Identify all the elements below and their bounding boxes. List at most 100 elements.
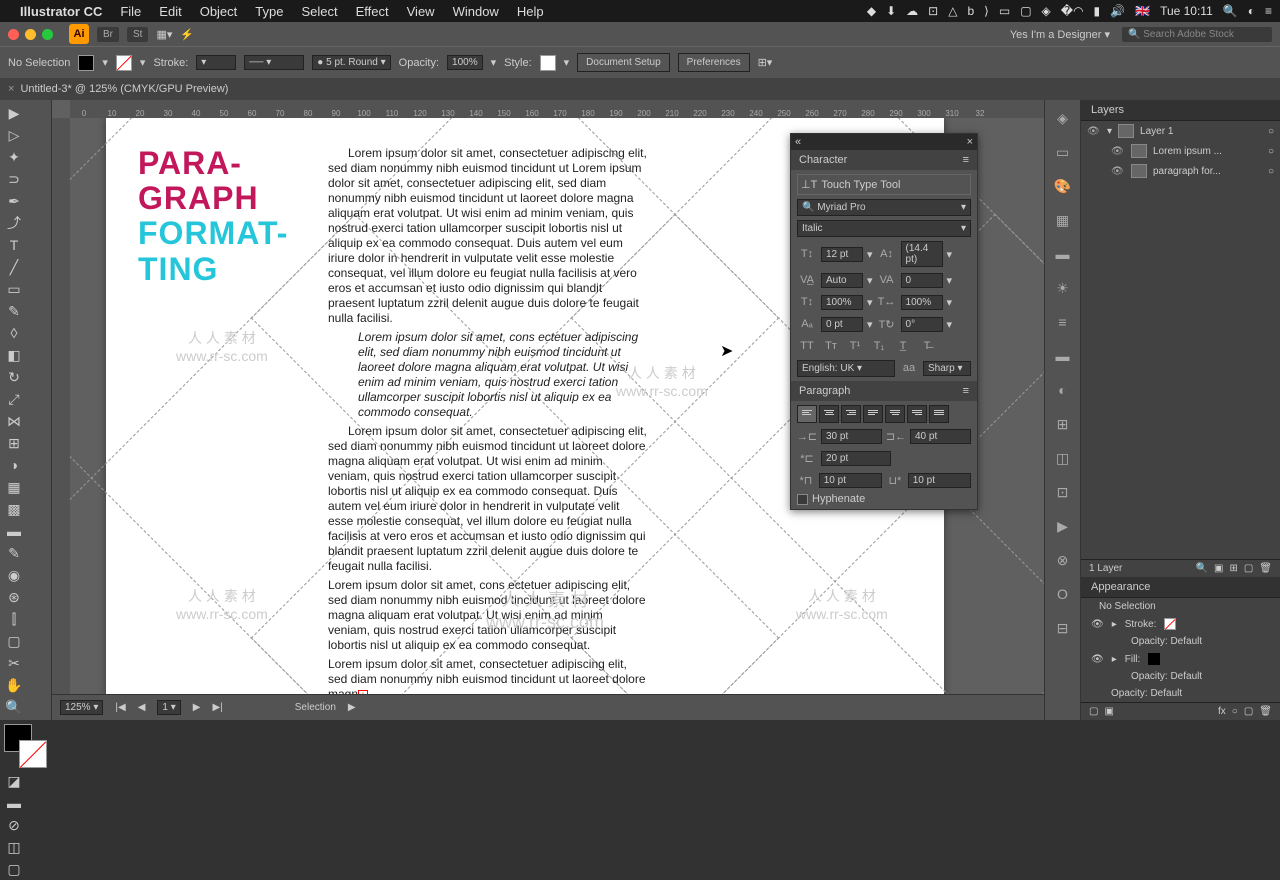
justify-all-button[interactable] — [929, 405, 949, 423]
kerning-input[interactable]: Auto — [821, 273, 863, 288]
search-stock-input[interactable]: 🔍 Search Adobe Stock — [1122, 27, 1272, 42]
expand-icon[interactable]: ▾ — [1107, 126, 1112, 137]
screen-mode[interactable]: ▢ — [2, 858, 26, 880]
width-tool[interactable]: ⋈ — [2, 410, 26, 432]
layer-item-name[interactable]: paragraph for... — [1153, 166, 1221, 177]
gradient-panel-icon[interactable]: ▬ — [1053, 346, 1073, 366]
delete-icon[interactable]: 🗑 — [1259, 706, 1272, 717]
fill-stroke-control[interactable] — [2, 722, 49, 770]
expand-icon[interactable]: ▸ — [1112, 654, 1117, 665]
menu-file[interactable]: File — [120, 4, 141, 19]
lang-icon[interactable]: 🇬🇧 — [1135, 4, 1150, 18]
script-icon[interactable]: ⟩ — [984, 4, 989, 18]
font-size-input[interactable]: 12 pt — [821, 247, 863, 262]
layers-tab[interactable]: Layers — [1081, 100, 1280, 121]
character-panel-title[interactable]: Character — [799, 154, 847, 166]
eraser-tool[interactable]: ◧ — [2, 344, 26, 366]
hyphenate-checkbox[interactable] — [797, 494, 808, 505]
first-line-indent-input[interactable]: 20 pt — [821, 451, 891, 466]
symbol-sprayer-tool[interactable]: ⊛ — [2, 586, 26, 608]
lasso-tool[interactable]: ⊃ — [2, 168, 26, 190]
align-icon[interactable]: ⊞▾ — [758, 56, 773, 69]
panel-close-icon[interactable]: × — [967, 136, 973, 148]
zoom-select[interactable]: 125% ▾ — [60, 700, 103, 715]
zoom-tool[interactable]: 🔍 — [2, 696, 26, 718]
wacom-icon[interactable]: ▭ — [999, 4, 1010, 18]
color-icon[interactable]: 🎨 — [1053, 176, 1073, 196]
superscript-icon[interactable]: T¹ — [845, 337, 865, 355]
draw-mode[interactable]: ◫ — [2, 836, 26, 858]
libraries-icon[interactable]: ▭ — [1053, 142, 1073, 162]
blend-tool[interactable]: ◉ — [2, 564, 26, 586]
panel-collapse-icon[interactable]: « — [795, 136, 801, 148]
caps-icon[interactable]: TT — [797, 337, 817, 355]
drive-icon[interactable]: △ — [948, 4, 957, 18]
workspace-switcher[interactable]: Yes I'm a Designer ▾ — [1010, 28, 1110, 41]
canvas[interactable]: PARA- GRAPH FORMAT- TING Lorem ipsum dol… — [70, 118, 1044, 694]
stock-button[interactable]: St — [127, 27, 148, 42]
perspective-tool[interactable]: ▦ — [2, 476, 26, 498]
fill-swatch[interactable] — [1148, 653, 1160, 665]
stroke-panel-icon[interactable]: ≡ — [1053, 312, 1073, 332]
actions-icon[interactable]: ▶ — [1053, 516, 1073, 536]
rectangle-tool[interactable]: ▭ — [2, 278, 26, 300]
visibility-icon[interactable]: 👁 — [1087, 126, 1101, 137]
new-layer-icon[interactable]: ▢ — [1244, 563, 1253, 574]
align-panel-icon[interactable]: ⊞ — [1053, 414, 1073, 434]
volume-icon[interactable]: 🔊 — [1110, 4, 1125, 18]
font-family-select[interactable]: 🔍 Myriad Pro▾ — [797, 199, 971, 216]
transparency-icon[interactable]: ◐ — [1053, 380, 1073, 400]
strikethrough-icon[interactable]: T̶ — [917, 337, 937, 355]
visibility-icon[interactable]: 👁 — [1111, 166, 1125, 177]
brushes-icon[interactable]: ▬ — [1053, 244, 1073, 264]
menu-effect[interactable]: Effect — [356, 4, 389, 19]
statusbar-menu-icon[interactable]: ▶ — [348, 702, 356, 713]
vscale-input[interactable]: 100% — [821, 295, 863, 310]
clock[interactable]: Tue 10:11 — [1160, 4, 1213, 18]
layer-name[interactable]: Layer 1 — [1140, 126, 1173, 137]
justify-center-button[interactable] — [885, 405, 905, 423]
maximize-window[interactable] — [42, 29, 53, 40]
make-clip-icon[interactable]: ▣ — [1214, 563, 1223, 574]
new-sublayer-icon[interactable]: ⊞ — [1229, 563, 1237, 574]
hand-tool[interactable]: ✋ — [2, 674, 26, 696]
close-window[interactable] — [8, 29, 19, 40]
swatches-icon[interactable]: ▦ — [1053, 210, 1073, 230]
locate-icon[interactable]: 🔍 — [1196, 563, 1208, 574]
cc-icon[interactable]: ☁ — [906, 4, 918, 18]
gradient-tool[interactable]: ▬ — [2, 520, 26, 542]
layer-item-name[interactable]: Lorem ipsum ... — [1153, 146, 1222, 157]
app-menu[interactable]: Illustrator CC — [20, 4, 102, 19]
var-width[interactable]: ── ▾ — [244, 55, 304, 70]
delete-layer-icon[interactable]: 🗑 — [1259, 563, 1272, 574]
bridge-button[interactable]: Br — [97, 27, 119, 42]
style-swatch[interactable] — [540, 55, 556, 71]
shaper-tool[interactable]: ◊ — [2, 322, 26, 344]
stroke-swatch[interactable] — [1164, 618, 1176, 630]
hscale-input[interactable]: 100% — [901, 295, 943, 310]
artboard-nav[interactable]: 1 ▾ — [157, 700, 180, 715]
siri-icon[interactable]: ◐ — [1248, 4, 1255, 18]
panel-menu-icon[interactable]: ≡ — [963, 385, 969, 397]
scale-tool[interactable]: ⤢ — [2, 388, 26, 410]
nav-last-icon[interactable]: ▶| — [212, 702, 222, 713]
align-left-button[interactable] — [797, 405, 817, 423]
paintbrush-tool[interactable]: ✎ — [2, 300, 26, 322]
graph-tool[interactable]: ⫿ — [2, 608, 26, 630]
dropbox-icon[interactable]: ⬇ — [886, 4, 896, 18]
curvature-tool[interactable]: ⤴ — [2, 212, 26, 234]
space-after-input[interactable]: 10 pt — [908, 473, 971, 488]
document-tab[interactable]: Untitled-3* @ 125% (CMYK/GPU Preview) — [20, 83, 228, 95]
shape-builder-tool[interactable]: ◑ — [2, 454, 26, 476]
add-fill-icon[interactable]: ▣ — [1104, 706, 1113, 717]
add-effect-icon[interactable]: fx — [1218, 706, 1226, 717]
menu-object[interactable]: Object — [200, 4, 238, 19]
paragraph-panel-title[interactable]: Paragraph — [799, 385, 850, 397]
gpu-icon[interactable]: ⚡ — [180, 28, 194, 41]
visibility-icon[interactable]: 👁 — [1091, 619, 1104, 630]
gradient-mode[interactable]: ▬ — [2, 792, 26, 814]
left-indent-input[interactable]: 30 pt — [821, 429, 882, 444]
brush-def[interactable]: ● 5 pt. Round ▾ — [312, 55, 390, 70]
layer-row[interactable]: 👁 ▾ Layer 1 ○ — [1081, 121, 1280, 141]
align-right-button[interactable] — [841, 405, 861, 423]
